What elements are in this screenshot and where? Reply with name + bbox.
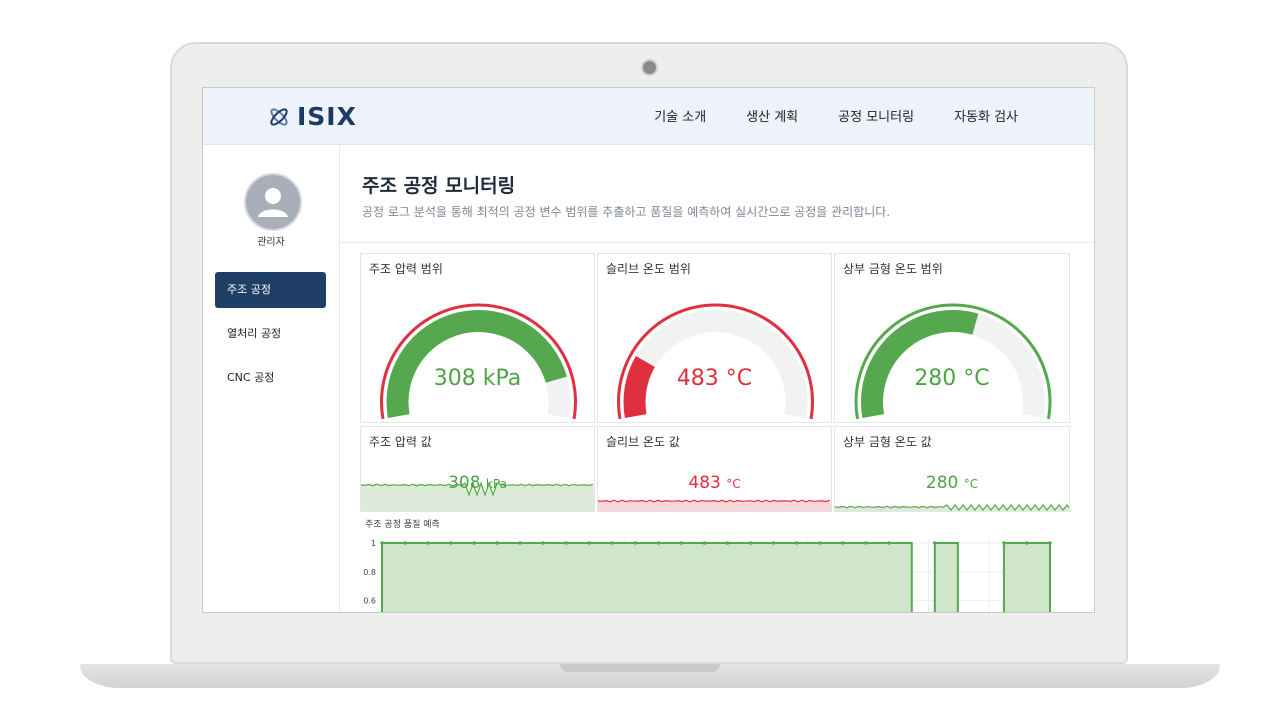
- quality-point: [1025, 541, 1029, 545]
- logo-mark-icon: [270, 107, 288, 126]
- quality-point: [679, 541, 684, 545]
- user-label: 관리자: [257, 237, 285, 248]
- spark-title: 슬리브 온도 값: [606, 435, 680, 449]
- upper-mold-temp-gauge: [854, 303, 1052, 420]
- page-description: 공정 로그 분석을 통해 최적의 공정 변수 범위를 추출하고 품질을 예측하여…: [362, 205, 891, 219]
- laptop-base-notch: [560, 664, 720, 672]
- nav-item-auto-inspection[interactable]: 자동화 검사: [954, 106, 1018, 125]
- nav-item-process-monitoring[interactable]: 공정 모니터링: [838, 106, 914, 125]
- chart-title: 주조 공정 품질 예측: [365, 520, 440, 530]
- gauge-value: 280 °C: [914, 366, 990, 391]
- logo-text: ISIX: [297, 102, 357, 131]
- quality-point: [817, 541, 822, 545]
- quality-chart: 1 0.8 0.6: [363, 539, 1052, 612]
- spark-unit: kPa: [485, 477, 507, 491]
- sidebar-item-cnc[interactable]: CNC 공정: [215, 360, 326, 396]
- spark-value: 308 kPa: [361, 473, 594, 493]
- quality-point: [933, 541, 937, 545]
- quality-point: [472, 541, 476, 545]
- gauge-panel-upper-mold-temp: 상부 금형 온도 범위 280 °C: [834, 253, 1070, 423]
- gauge-track: [623, 310, 808, 418]
- spark-unit: °C: [726, 477, 741, 491]
- quality-point: [1048, 541, 1052, 545]
- y-tick-label: 0.8: [363, 568, 376, 577]
- quality-point: [656, 541, 661, 545]
- main-content: 주조 공정 모니터링 공정 로그 분석을 통해 최적의 공정 변수 범위를 추출…: [340, 145, 1094, 612]
- sidebar: 관리자 주조 공정 열처리 공정 CNC 공정: [203, 145, 340, 612]
- top-navigation-bar: ISIX 기술 소개 생산 계획 공정 모니터링 자동화 검사: [203, 88, 1094, 145]
- divider: [340, 242, 1094, 243]
- quality-point: [840, 541, 845, 545]
- spark-unit: °C: [963, 477, 979, 491]
- gauge-title: 상부 금형 온도 범위: [843, 262, 943, 276]
- quality-point: [449, 541, 453, 545]
- gauge-title: 슬리브 온도 범위: [606, 262, 691, 276]
- quality-point: [886, 541, 891, 545]
- camera-icon: [641, 59, 658, 76]
- quality-point: [633, 541, 638, 545]
- nav-item-tech[interactable]: 기술 소개: [654, 106, 706, 125]
- quality-point: [725, 541, 730, 545]
- quality-point: [610, 541, 615, 545]
- quality-chart-panel: 주조 공정 품질 예측 1 0.8 0.6: [360, 514, 1076, 612]
- quality-point: [380, 541, 384, 545]
- quality-point: [794, 541, 799, 545]
- user-icon: [258, 188, 288, 217]
- page-title: 주조 공정 모니터링: [362, 175, 516, 197]
- nav-item-production-plan[interactable]: 생산 계획: [746, 106, 798, 125]
- spark-value: 483 °C: [598, 473, 831, 493]
- gauge-fill: [861, 310, 979, 418]
- quality-point: [748, 541, 753, 545]
- logo[interactable]: ISIX: [267, 102, 357, 131]
- quality-point: [495, 541, 499, 545]
- spark-title: 주조 압력 값: [369, 435, 432, 449]
- quality-point: [426, 541, 430, 545]
- main-nav: 기술 소개 생산 계획 공정 모니터링 자동화 검사: [654, 106, 1018, 125]
- quality-point: [518, 541, 523, 545]
- quality-area: [381, 542, 1051, 612]
- gauge-value: 483 °C: [676, 366, 753, 391]
- avatar[interactable]: [244, 173, 302, 231]
- quality-point: [702, 541, 707, 545]
- gauge-panel-sleeve-temp: 슬리브 온도 범위 483 °C: [597, 253, 832, 423]
- spark-panel-sleeve-temp: 슬리브 온도 값 483 °C: [597, 426, 832, 512]
- gauge-title: 주조 압력 범위: [369, 262, 443, 276]
- spark-number: 308: [448, 473, 481, 493]
- y-tick-label: 1: [371, 539, 376, 548]
- sidebar-item-casting[interactable]: 주조 공정: [215, 272, 326, 308]
- spark-value: 280 °C: [835, 473, 1069, 493]
- quality-point: [541, 541, 546, 545]
- pressure-gauge: [380, 303, 577, 420]
- gauge-panel-pressure: 주조 압력 범위 308 kPa: [360, 253, 595, 423]
- spark-number: 483: [688, 473, 721, 493]
- quality-point: [403, 541, 407, 545]
- spark-number: 280: [925, 473, 959, 493]
- spark-panel-pressure: 주조 압력 값 308 kPa: [360, 426, 595, 512]
- spark-panel-upper-mold-temp: 상부 금형 온도 값 280 °C: [834, 426, 1070, 512]
- gauge-value: 308 kPa: [433, 366, 522, 391]
- quality-point: [863, 541, 868, 545]
- screen: ISIX 기술 소개 생산 계획 공정 모니터링 자동화 검사 관리자 주조 공…: [202, 87, 1095, 613]
- y-tick-label: 0.6: [363, 597, 376, 606]
- spark-title: 상부 금형 온도 값: [843, 435, 932, 449]
- quality-point: [564, 541, 569, 545]
- sleeve-temp-gauge: [617, 303, 814, 420]
- sidebar-item-heat-treatment[interactable]: 열처리 공정: [215, 316, 326, 352]
- quality-point: [771, 541, 776, 545]
- quality-point: [1002, 541, 1006, 545]
- quality-point: [587, 541, 592, 545]
